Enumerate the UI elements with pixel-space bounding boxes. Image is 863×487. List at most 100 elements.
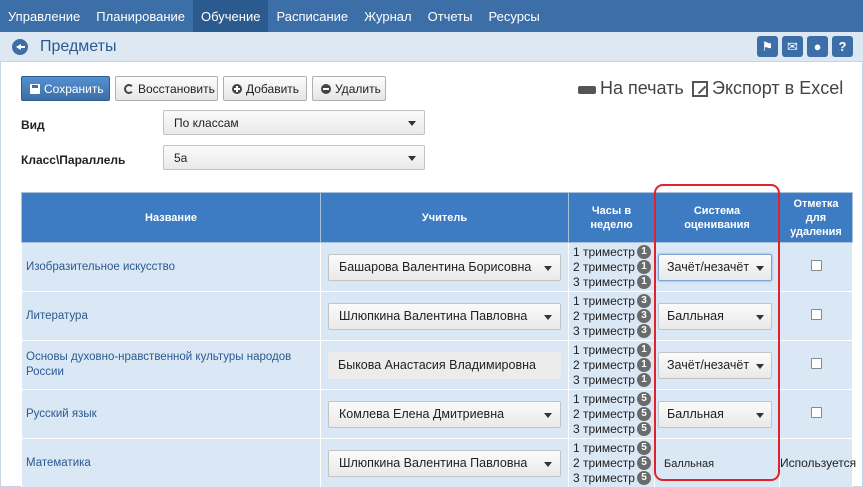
mail-icon[interactable]: ✉ xyxy=(782,36,803,57)
subject-name[interactable]: Литература xyxy=(21,291,321,341)
hours-cell: 1 триместр 1 2 триместр 1 3 триместр 1 xyxy=(568,242,655,292)
teacher-select[interactable]: Комлева Елена Дмитриевна xyxy=(328,400,561,428)
chevron-down-icon xyxy=(756,265,764,271)
content-area: Сохранить Восстановить Добавить Удалить … xyxy=(0,62,863,487)
subject-name[interactable]: Основы духовно-нравственной культуры нар… xyxy=(21,340,321,390)
chevron-down-icon xyxy=(544,412,552,418)
column-header-name[interactable]: Название xyxy=(21,192,321,243)
nav-item-1[interactable]: Планирование xyxy=(88,0,193,32)
megaphone-icon[interactable]: ⚑ xyxy=(757,36,778,57)
hours-badge: 5 xyxy=(636,471,651,485)
subject-name[interactable]: Математика xyxy=(21,438,321,487)
view-label: Вид xyxy=(21,118,45,132)
chat-icon[interactable]: ● xyxy=(807,36,828,57)
hours-badge: 1 xyxy=(636,245,651,259)
column-header-hours[interactable]: Часы в неделю xyxy=(568,192,655,243)
hours-badge: 5 xyxy=(636,407,651,421)
view-select[interactable]: По классам xyxy=(163,110,425,135)
print-link[interactable]: На печать xyxy=(578,78,684,101)
column-header-delete[interactable]: Отметка для удаления xyxy=(779,192,853,243)
teacher-readonly: Быкова Анастасия Владимировна xyxy=(328,351,561,379)
title-actions: ⚑ ✉ ● ? xyxy=(757,36,853,57)
nav-item-6[interactable]: Ресурсы xyxy=(481,0,548,32)
nav-item-5[interactable]: Отчеты xyxy=(420,0,481,32)
nav-item-2[interactable]: Обучение xyxy=(193,0,269,32)
table-row: Математика Шлюпкина Валентина Павловна 1 т… xyxy=(21,438,857,487)
trimester-hours: 3 триместр 1 xyxy=(573,275,654,290)
refresh-icon xyxy=(124,83,134,94)
hours-cell: 1 триместр 3 2 триместр 3 3 триместр 3 xyxy=(568,291,655,341)
grading-value: Балльная xyxy=(667,309,724,323)
export-excel-link[interactable]: Экспорт в Excel xyxy=(692,78,843,99)
chevron-down-icon xyxy=(544,461,552,467)
trimester-hours: 3 триместр 3 xyxy=(573,324,654,339)
teacher-cell: Башарова Валентина Борисовна xyxy=(320,242,569,292)
chevron-down-icon xyxy=(408,156,416,161)
teacher-select[interactable]: Башарова Валентина Борисовна xyxy=(328,253,561,281)
trimester-hours: 1 триместр 1 xyxy=(573,343,654,358)
trimester-hours: 1 триместр 1 xyxy=(573,245,654,260)
delete-checkbox[interactable] xyxy=(810,358,822,369)
grading-select[interactable]: Балльная xyxy=(658,302,772,330)
grading-cell: Балльная xyxy=(654,389,780,439)
trimester-label: 3 триместр xyxy=(573,421,635,436)
trimester-label: 3 триместр xyxy=(573,274,635,289)
hours-badge: 1 xyxy=(636,343,651,357)
trimester-label: 1 триместр xyxy=(573,342,635,357)
grading-select[interactable]: Зачёт/незачёт xyxy=(658,253,772,281)
delete-checkbox[interactable] xyxy=(810,407,822,418)
trimester-hours: 3 триместр 1 xyxy=(573,373,654,388)
trimester-hours: 2 триместр 5 xyxy=(573,407,654,422)
trimester-label: 3 триместр xyxy=(573,372,635,387)
nav-item-4[interactable]: Журнал xyxy=(356,0,419,32)
delete-button[interactable]: Удалить xyxy=(312,76,386,101)
class-select[interactable]: 5а xyxy=(163,145,425,170)
hours-badge: 1 xyxy=(636,260,651,274)
trimester-hours: 2 триместр 5 xyxy=(573,456,654,471)
teacher-value: Шлюпкина Валентина Павловна xyxy=(339,456,528,470)
column-header-teacher[interactable]: Учитель xyxy=(320,192,569,243)
minus-circle-icon xyxy=(321,83,331,94)
save-button[interactable]: Сохранить xyxy=(21,76,110,101)
delete-checkbox[interactable] xyxy=(810,260,822,271)
grading-cell: Балльная xyxy=(654,291,780,341)
save-icon xyxy=(30,83,40,94)
grading-value: Балльная xyxy=(664,458,715,470)
trimester-hours: 1 триместр 3 xyxy=(573,294,654,309)
trimester-label: 2 триместр xyxy=(573,357,635,372)
help-icon[interactable]: ? xyxy=(832,36,853,57)
subject-name[interactable]: Русский язык xyxy=(21,389,321,439)
add-button-label: Добавить xyxy=(246,81,300,96)
hours-badge: 5 xyxy=(636,422,651,436)
trimester-hours: 3 триместр 5 xyxy=(573,422,654,437)
table-header-row: Название Учитель Часы в неделю Система о… xyxy=(21,192,853,243)
delete-mark-cell xyxy=(779,389,853,439)
subject-name[interactable]: Изобразительное искусство xyxy=(21,242,321,292)
delete-mark-cell xyxy=(779,242,853,292)
delete-checkbox[interactable] xyxy=(810,309,822,320)
trimester-label: 1 триместр xyxy=(573,244,635,259)
teacher-select[interactable]: Шлюпкина Валентина Павловна xyxy=(328,449,561,477)
grading-value: Зачёт/незачёт xyxy=(667,260,750,274)
teacher-cell: Шлюпкина Валентина Павловна xyxy=(320,291,569,341)
nav-item-3[interactable]: Расписание xyxy=(268,0,356,32)
grading-select[interactable]: Зачёт/незачёт xyxy=(658,351,772,379)
trimester-hours: 2 триместр 3 xyxy=(573,309,654,324)
hours-badge: 3 xyxy=(636,324,651,338)
in-use-label: Используется xyxy=(780,456,857,470)
chevron-down-icon xyxy=(756,363,764,369)
teacher-value: Шлюпкина Валентина Павловна xyxy=(339,309,528,323)
grading-select[interactable]: Балльная xyxy=(658,400,772,428)
chevron-down-icon xyxy=(756,412,764,418)
add-button[interactable]: Добавить xyxy=(223,76,307,101)
restore-button[interactable]: Восстановить xyxy=(115,76,218,101)
grading-cell: Зачёт/незачёт xyxy=(654,340,780,390)
back-arrow-icon[interactable] xyxy=(12,38,28,55)
teacher-cell: Комлева Елена Дмитриевна xyxy=(320,389,569,439)
hours-badge: 1 xyxy=(636,275,651,289)
column-header-grading[interactable]: Система оценивания xyxy=(654,192,780,243)
trimester-hours: 2 триместр 1 xyxy=(573,260,654,275)
view-select-value: По классам xyxy=(174,115,239,130)
nav-item-0[interactable]: Управление xyxy=(0,0,88,32)
teacher-select[interactable]: Шлюпкина Валентина Павловна xyxy=(328,302,561,330)
